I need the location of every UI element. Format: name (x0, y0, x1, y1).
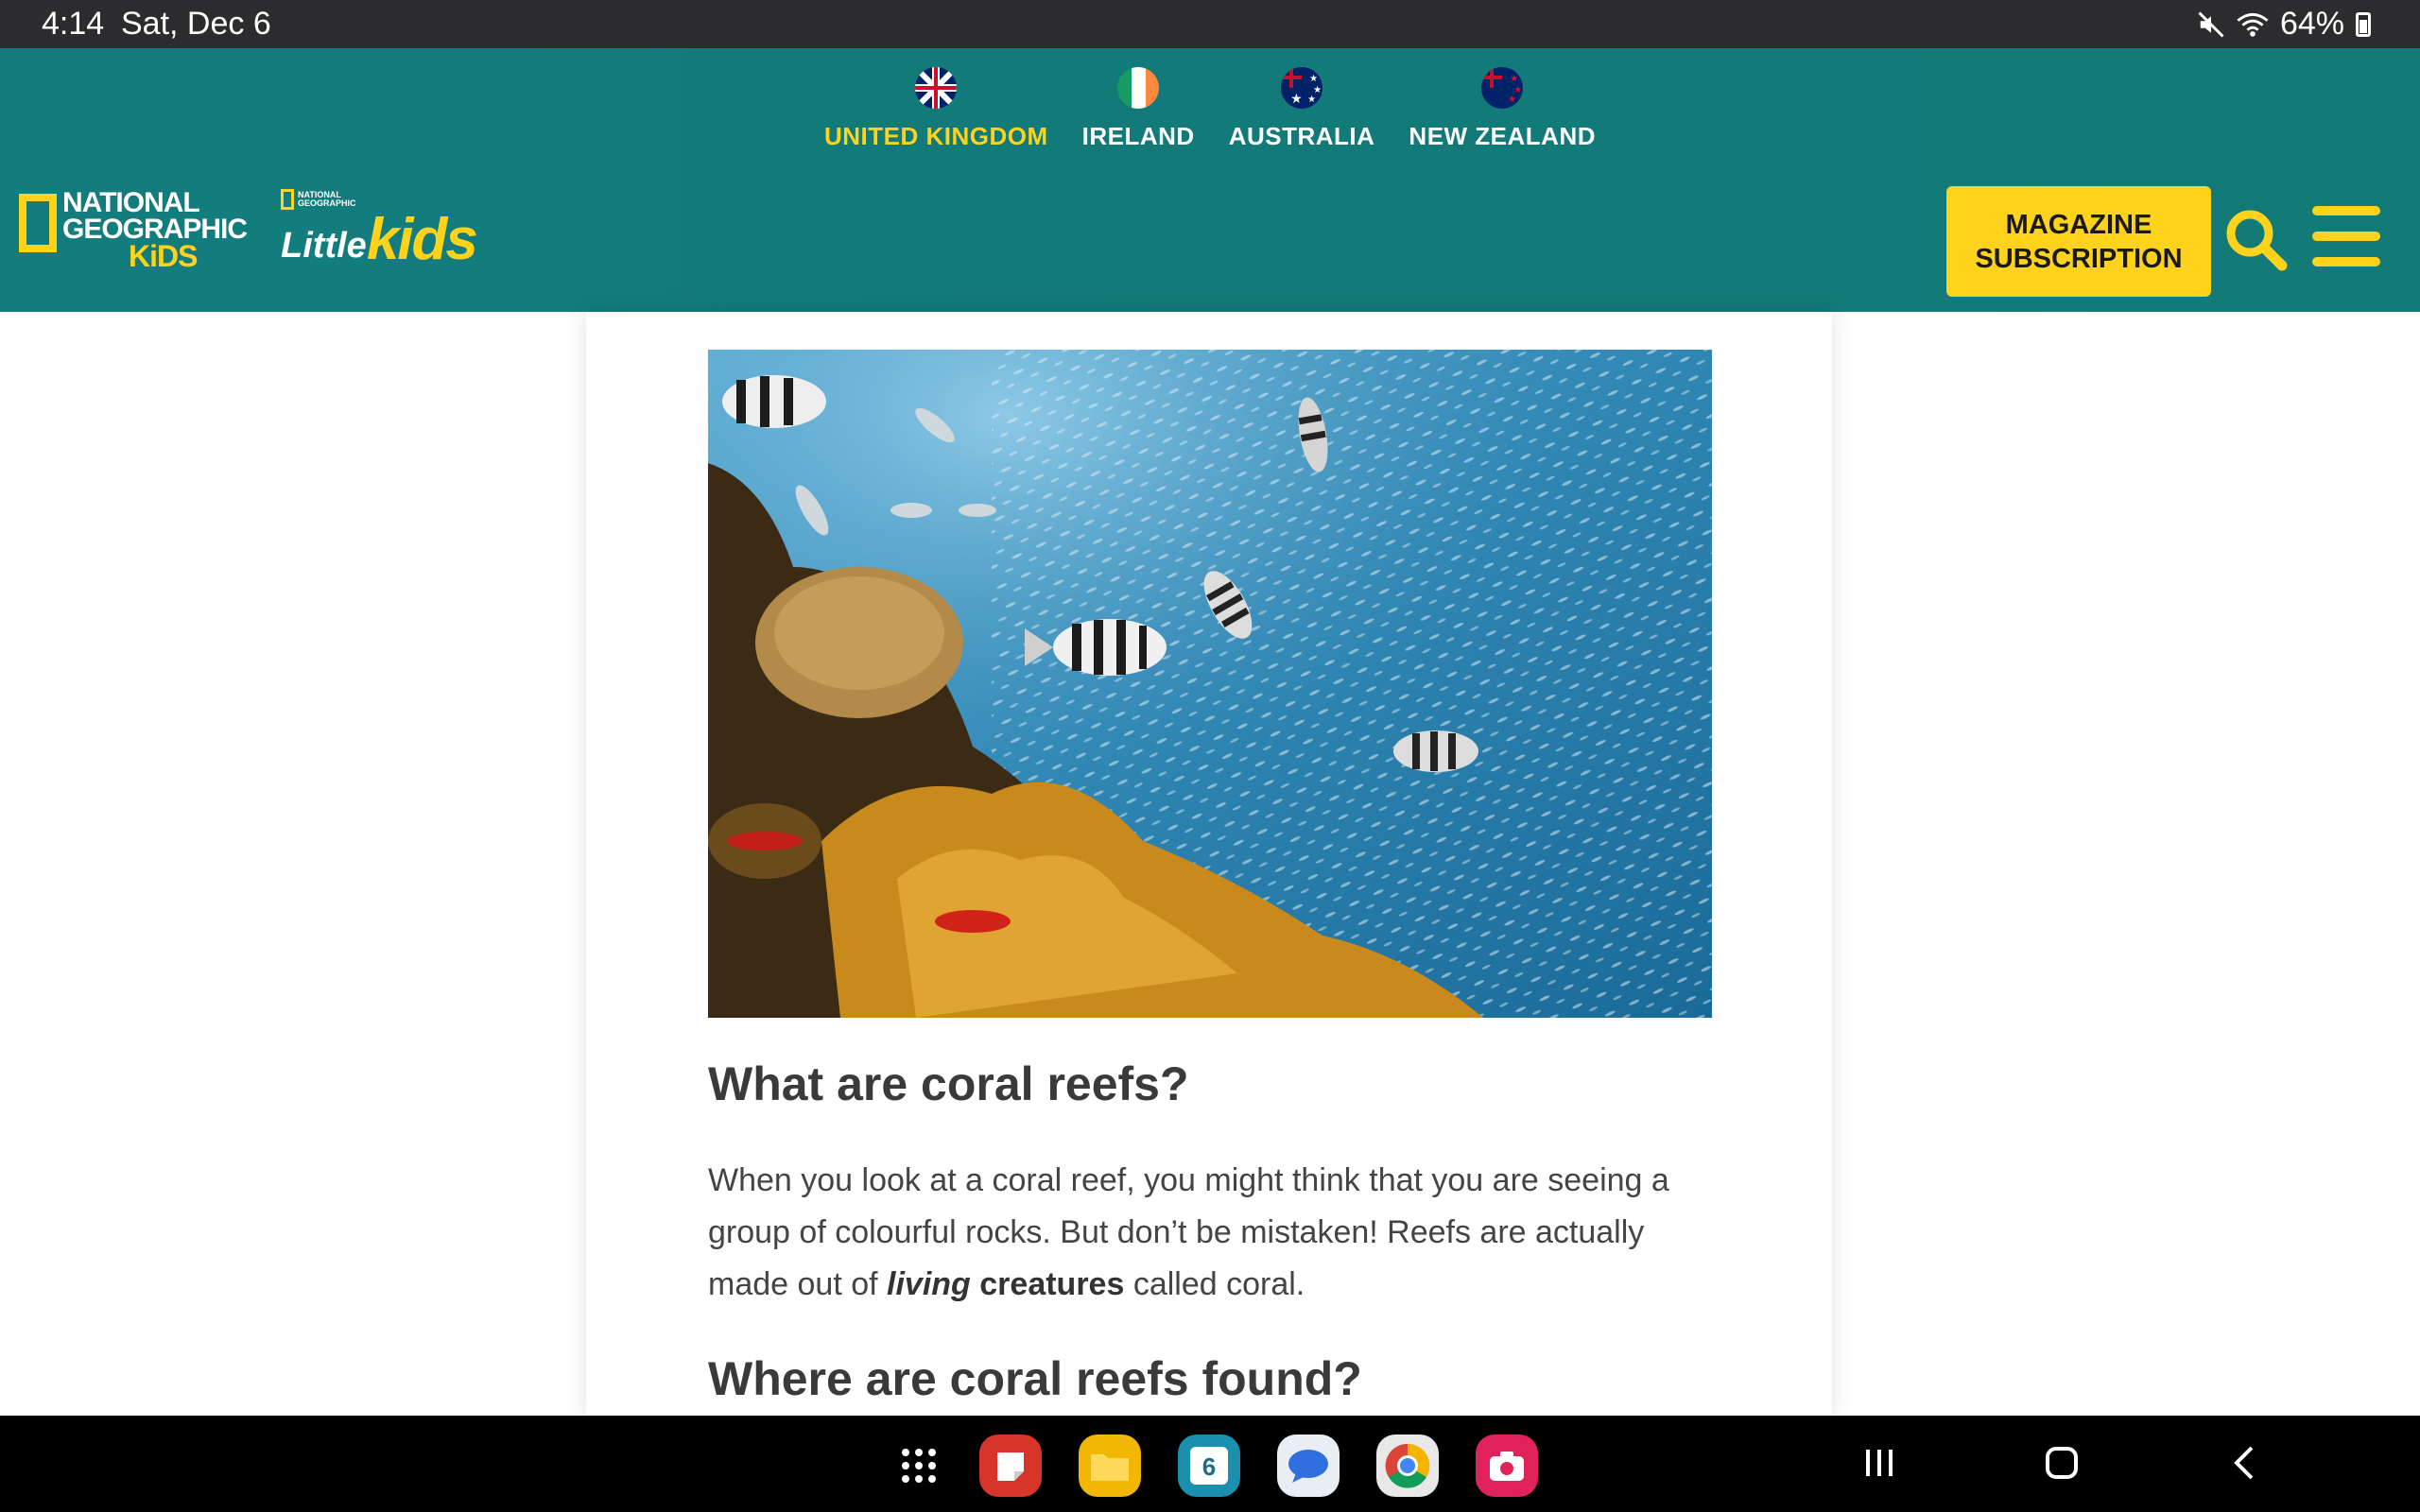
para-text-2: called coral. (1124, 1266, 1305, 1302)
australia-flag-icon: ★ ★ ★ ★ (1281, 67, 1323, 109)
subscribe-line-1: MAGAZINE (2005, 209, 2152, 240)
wifi-icon (2237, 12, 2269, 37)
ireland-flag-icon (1117, 67, 1160, 109)
coral-reef-image (708, 350, 1712, 1018)
nat-geo-border-icon (19, 194, 57, 252)
camera-app-icon[interactable] (1476, 1435, 1538, 1497)
calendar-app-icon[interactable]: 6 (1178, 1435, 1240, 1497)
little-kids-logo[interactable]: NATIONAL GEOGRAPHIC Little kids (281, 189, 478, 272)
region-label: AUSTRALIA (1228, 122, 1375, 150)
region-australia[interactable]: ★ ★ ★ ★ AUSTRALIA (1229, 67, 1375, 151)
nat-geo-small-border-icon (281, 189, 295, 210)
back-icon[interactable] (2218, 1435, 2274, 1491)
little-logo-small-2: GEOGRAPHIC (298, 198, 356, 208)
battery-icon (2356, 11, 2371, 37)
files-app-icon[interactable] (1079, 1435, 1141, 1497)
region-selector: UNITED KINGDOM IRELAND ★ ★ ★ ★ AUSTRALIA… (0, 67, 2420, 151)
region-label: IRELAND (1081, 122, 1195, 150)
little-word: Little (281, 226, 367, 266)
mute-icon (2198, 10, 2224, 38)
region-united-kingdom[interactable]: UNITED KINGDOM (824, 67, 1048, 151)
new-zealand-flag-icon: ★ ★ ★ (1481, 67, 1524, 109)
logo-line-3: KiDS (129, 239, 198, 273)
article-paragraph: When you look at a coral reef, you might… (708, 1155, 1712, 1311)
apps-grid-icon[interactable] (888, 1435, 950, 1497)
subscribe-line-2: SUBSCRIPTION (1975, 243, 2183, 274)
para-bold: creatures (979, 1266, 1125, 1302)
site-header: UNITED KINGDOM IRELAND ★ ★ ★ ★ AUSTRALIA… (0, 48, 2420, 312)
status-time: 4:14 (42, 6, 105, 42)
status-date: Sat, Dec 6 (121, 6, 271, 42)
status-right: 64% (2197, 6, 2371, 43)
para-italic: living (887, 1266, 971, 1302)
logos: NATIONAL GEOGRAPHIC KiDS NATIONAL GEOGRAP… (19, 189, 478, 273)
heading-where-are-coral-reefs-found: Where are coral reefs found? (708, 1352, 1362, 1405)
status-bar: 4:14 Sat, Dec 6 64% (0, 0, 2420, 48)
nat-geo-kids-logo[interactable]: NATIONAL GEOGRAPHIC KiDS (19, 189, 248, 273)
region-new-zealand[interactable]: ★ ★ ★ NEW ZEALAND (1409, 67, 1596, 151)
battery-percent: 64% (2279, 6, 2344, 42)
system-nav-bar: 6 (0, 1416, 2420, 1512)
home-icon[interactable] (2033, 1435, 2090, 1491)
uk-flag-icon (915, 67, 958, 109)
calendar-day: 6 (1190, 1447, 1228, 1485)
chrome-app-icon[interactable] (1376, 1435, 1439, 1497)
recent-apps-icon[interactable] (1851, 1435, 1908, 1491)
region-ireland[interactable]: IRELAND (1082, 67, 1195, 151)
kids-word: kids (366, 207, 478, 272)
heading-what-are-coral-reefs: What are coral reefs? (708, 1057, 1189, 1110)
hamburger-menu-icon[interactable] (2312, 206, 2380, 266)
region-label: NEW ZEALAND (1409, 122, 1597, 150)
region-label: UNITED KINGDOM (823, 122, 1048, 150)
notes-app-icon[interactable] (979, 1435, 1042, 1497)
messages-app-icon[interactable] (1277, 1435, 1340, 1497)
search-icon[interactable] (2223, 207, 2290, 273)
magazine-subscription-button[interactable]: MAGAZINE SUBSCRIPTION (1946, 186, 2211, 297)
